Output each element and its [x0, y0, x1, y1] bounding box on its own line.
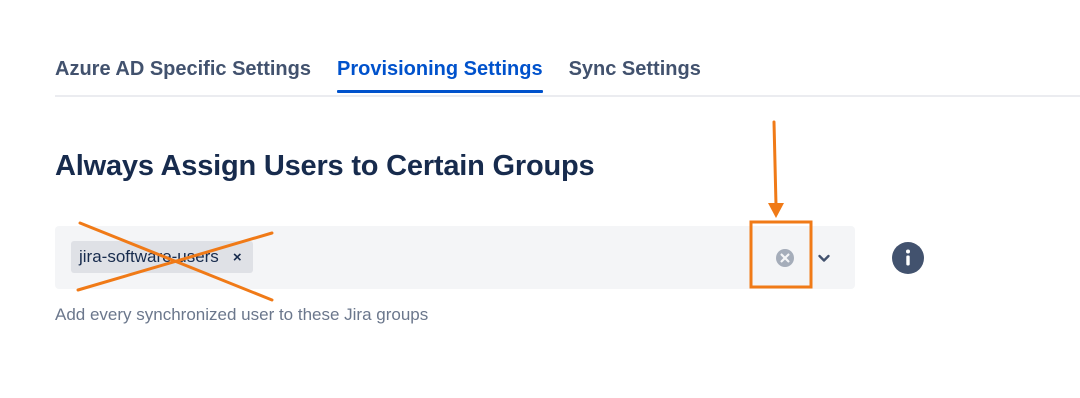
tab-divider: [55, 95, 1080, 97]
group-tag: jira-software-users ×: [71, 241, 253, 273]
tag-remove-icon[interactable]: ×: [233, 250, 242, 265]
group-multi-select[interactable]: jira-software-users ×: [55, 226, 855, 289]
info-icon[interactable]: [892, 242, 924, 274]
pointer-arrow: [768, 120, 784, 218]
chevron-down-icon[interactable]: [814, 248, 834, 268]
tab-provisioning-settings[interactable]: Provisioning Settings: [336, 58, 543, 93]
settings-page: Azure AD Specific Settings Provisioning …: [0, 0, 1080, 398]
group-tag-label: jira-software-users: [79, 247, 219, 266]
tab-sync-settings[interactable]: Sync Settings: [569, 58, 701, 89]
settings-tabs: Azure AD Specific Settings Provisioning …: [55, 58, 701, 93]
clear-circle-icon[interactable]: [775, 248, 795, 268]
tab-azure-ad-specific-settings[interactable]: Azure AD Specific Settings: [55, 58, 311, 89]
helper-text: Add every synchronized user to these Jir…: [55, 305, 429, 324]
section-title: Always Assign Users to Certain Groups: [55, 150, 595, 182]
